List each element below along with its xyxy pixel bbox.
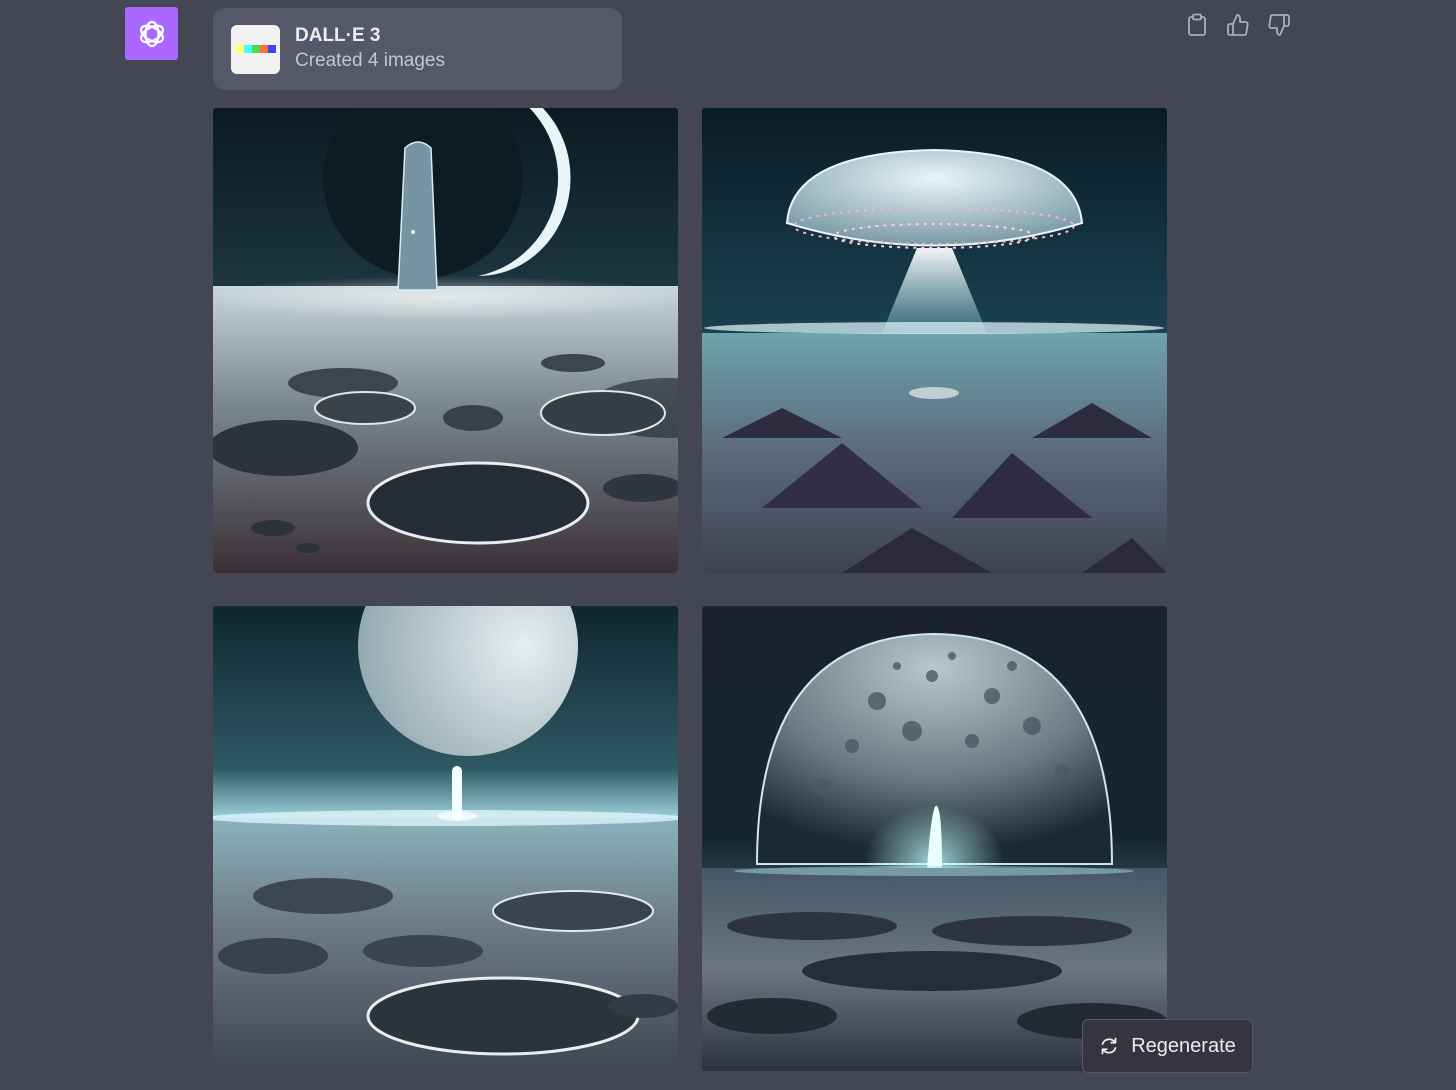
generated-image-4[interactable]: [702, 606, 1167, 1071]
regenerate-button[interactable]: Regenerate: [1082, 1019, 1253, 1073]
generated-image-3[interactable]: [213, 606, 678, 1071]
tool-title: DALL·E 3: [295, 25, 381, 46]
generated-image-1[interactable]: [213, 108, 678, 573]
assistant-avatar: [125, 7, 178, 60]
message-actions: [1180, 10, 1295, 40]
thumbs-down-icon: [1267, 14, 1290, 36]
dalle-logo: [231, 24, 280, 74]
refresh-icon: [1101, 1037, 1117, 1055]
dalle-color-bar-icon: [235, 45, 276, 53]
copy-button[interactable]: [1180, 10, 1213, 40]
tool-subtitle: Created 4 images: [295, 50, 445, 71]
openai-logo-icon: [139, 20, 164, 47]
thumbs-down-button[interactable]: [1262, 10, 1295, 40]
clipboard-icon: [1187, 13, 1206, 36]
generated-image-2[interactable]: [702, 108, 1167, 573]
thumbs-up-button[interactable]: [1221, 10, 1254, 40]
thumbs-up-icon: [1226, 14, 1249, 36]
dalle-tool-card[interactable]: DALL·E 3 Created 4 images: [213, 8, 622, 90]
generated-image-grid: [213, 108, 1168, 1072]
regenerate-label: Regenerate: [1131, 1034, 1236, 1057]
